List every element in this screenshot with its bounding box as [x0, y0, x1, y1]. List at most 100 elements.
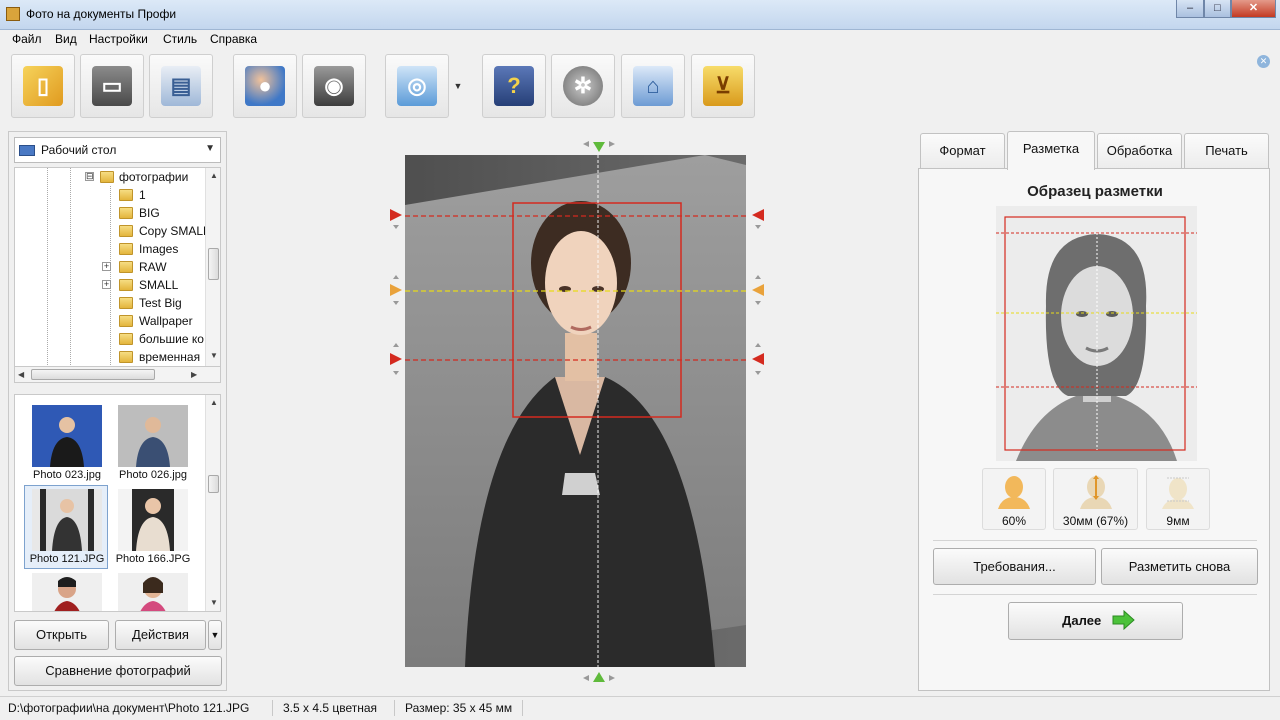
settings-tabs: Формат Разметка Обработка Печать [918, 131, 1270, 170]
thumbnail-item[interactable]: Photo 023.jpg [24, 401, 108, 485]
thumbnails-scrollbar[interactable]: ▲ ▼ [205, 395, 220, 611]
bottom-guide-handle[interactable] [579, 668, 619, 688]
tree-item[interactable]: Test Big [15, 294, 205, 312]
video-button[interactable]: ✲ [551, 54, 615, 118]
thumbnail-item[interactable]: Photo 026.jpg [110, 401, 194, 485]
tab-print[interactable]: Печать [1184, 133, 1269, 169]
tab-format[interactable]: Формат [920, 133, 1005, 169]
next-button-label: Далее [1062, 613, 1102, 628]
home-button[interactable]: ⌂ [621, 54, 685, 118]
thumbnail-caption: Photo 026.jpg [119, 469, 187, 481]
person-silhouette [136, 417, 170, 467]
crown-line-left-handle[interactable] [388, 204, 404, 238]
close-button[interactable]: ✕ [1231, 0, 1276, 18]
tree-item[interactable]: Wallpaper [15, 312, 205, 330]
folder-icon [119, 189, 133, 201]
expand-icon[interactable]: + [102, 262, 111, 271]
status-bar: D:\фотографии\на документ\Photo 121.JPG … [0, 696, 1280, 720]
menu-settings[interactable]: Настройки [89, 32, 148, 46]
divider [933, 540, 1257, 541]
markup-panel: Образец разметки 60% 30мм (67%) 9мм Треб… [918, 168, 1270, 691]
print-button[interactable]: ▤ [149, 54, 213, 118]
next-button[interactable]: Далее [1008, 602, 1183, 640]
open-photo-button[interactable]: Открыть [14, 620, 109, 650]
camera-button[interactable]: ◉ [302, 54, 366, 118]
location-dropdown[interactable]: Рабочий стол ▼ [14, 137, 221, 163]
tree-item[interactable]: + SMALL [15, 276, 205, 294]
scroll-left-icon[interactable]: ◀ [18, 370, 24, 379]
tree-item-label: Copy SMALL [139, 224, 210, 238]
person-silhouette [132, 489, 174, 551]
menu-view[interactable]: Вид [55, 32, 77, 46]
top-margin-measure[interactable]: 9мм [1146, 468, 1210, 530]
scroll-thumb[interactable] [31, 369, 155, 380]
tree-item-fotografii[interactable]: ⊟ фотографии [15, 168, 205, 186]
chin-line-right-handle[interactable] [750, 342, 766, 382]
actions-dropdown-button[interactable]: ▼ [208, 620, 222, 650]
face-height-measure[interactable]: 30мм (67%) [1053, 468, 1138, 530]
scroll-up-icon[interactable]: ▲ [210, 171, 218, 180]
thumbnail-item[interactable] [110, 569, 194, 611]
photo-canvas[interactable] [405, 155, 746, 667]
folder-icon [119, 207, 133, 219]
eye-line-right-handle[interactable] [750, 274, 766, 314]
thumbnail-caption: Photo 023.jpg [33, 469, 101, 481]
compare-photos-button[interactable]: Сравнение фотографий [14, 656, 222, 686]
actions-button[interactable]: Действия [115, 620, 206, 650]
maximize-button[interactable]: □ [1204, 0, 1231, 18]
tree-item[interactable]: большие ко [15, 330, 205, 348]
face-height-value: 30мм (67%) [1062, 514, 1129, 528]
scroll-thumb[interactable] [208, 248, 219, 280]
scroll-thumb[interactable] [208, 475, 219, 493]
tree-vertical-scrollbar[interactable]: ▲ ▼ [205, 168, 220, 366]
close-toolbar-icon[interactable]: ✕ [1257, 55, 1270, 68]
tree-item-label: 1 [139, 188, 146, 202]
open-icon: ▯ [23, 66, 63, 106]
thumbnail-item[interactable] [24, 569, 108, 611]
scroll-down-icon[interactable]: ▼ [210, 598, 218, 607]
tree-item[interactable]: + RAW [15, 258, 205, 276]
collapse-icon[interactable]: ⊟ [85, 172, 94, 181]
tree-horizontal-scrollbar[interactable]: ◀ ▶ [14, 366, 221, 383]
tree-item[interactable]: BIG [15, 204, 205, 222]
crown-line-right-handle[interactable] [750, 204, 766, 238]
chin-line-left-handle[interactable] [388, 342, 404, 382]
tree-item[interactable]: Images [15, 240, 205, 258]
portrait-photo [405, 155, 746, 667]
tree-item-label: Test Big [139, 296, 182, 310]
folder-icon [119, 333, 133, 345]
tree-item[interactable]: Copy SMALL [15, 222, 210, 240]
open-button[interactable]: ▯ [11, 54, 75, 118]
tree-item[interactable]: 1 [15, 186, 205, 204]
save-button[interactable]: ▭ [80, 54, 144, 118]
menu-file[interactable]: Файл [12, 32, 42, 46]
image-zoom-button[interactable]: ◎ [385, 54, 449, 118]
thumbnail-item-selected[interactable]: Photo 121.JPG [24, 485, 108, 569]
tab-processing[interactable]: Обработка [1097, 133, 1182, 169]
tab-markup[interactable]: Разметка [1007, 131, 1095, 170]
image-zoom-dropdown[interactable]: ▼ [451, 54, 465, 118]
scroll-up-icon[interactable]: ▲ [210, 398, 218, 407]
title-bar: Фото на документы Профи – □ ✕ [0, 0, 1280, 30]
head-size-measure[interactable]: 60% [982, 468, 1046, 530]
scroll-down-icon[interactable]: ▼ [210, 351, 218, 360]
thumbnail-image [118, 573, 188, 611]
thumbnail-image [32, 573, 102, 611]
top-guide-handle[interactable] [579, 136, 619, 156]
tree-item-label: BIG [139, 206, 160, 220]
scroll-right-icon[interactable]: ▶ [191, 370, 197, 379]
film-reel-icon: ✲ [563, 66, 603, 106]
thumbnail-item[interactable]: Photo 166.JPG [110, 485, 194, 569]
help-button[interactable]: ? [482, 54, 546, 118]
expand-icon[interactable]: + [102, 280, 111, 289]
minimize-button[interactable]: – [1176, 0, 1204, 18]
eye-line-left-handle[interactable] [388, 274, 404, 314]
requirements-button[interactable]: Требования... [933, 548, 1096, 585]
shop-button[interactable]: ⊻ [691, 54, 755, 118]
menu-style[interactable]: Стиль [163, 32, 197, 46]
remark-again-button[interactable]: Разметить снова [1101, 548, 1258, 585]
thumbnail-image [32, 405, 102, 467]
menu-help[interactable]: Справка [210, 32, 257, 46]
contacts-search-button[interactable]: ● [233, 54, 297, 118]
tree-item[interactable]: временная [15, 348, 205, 366]
